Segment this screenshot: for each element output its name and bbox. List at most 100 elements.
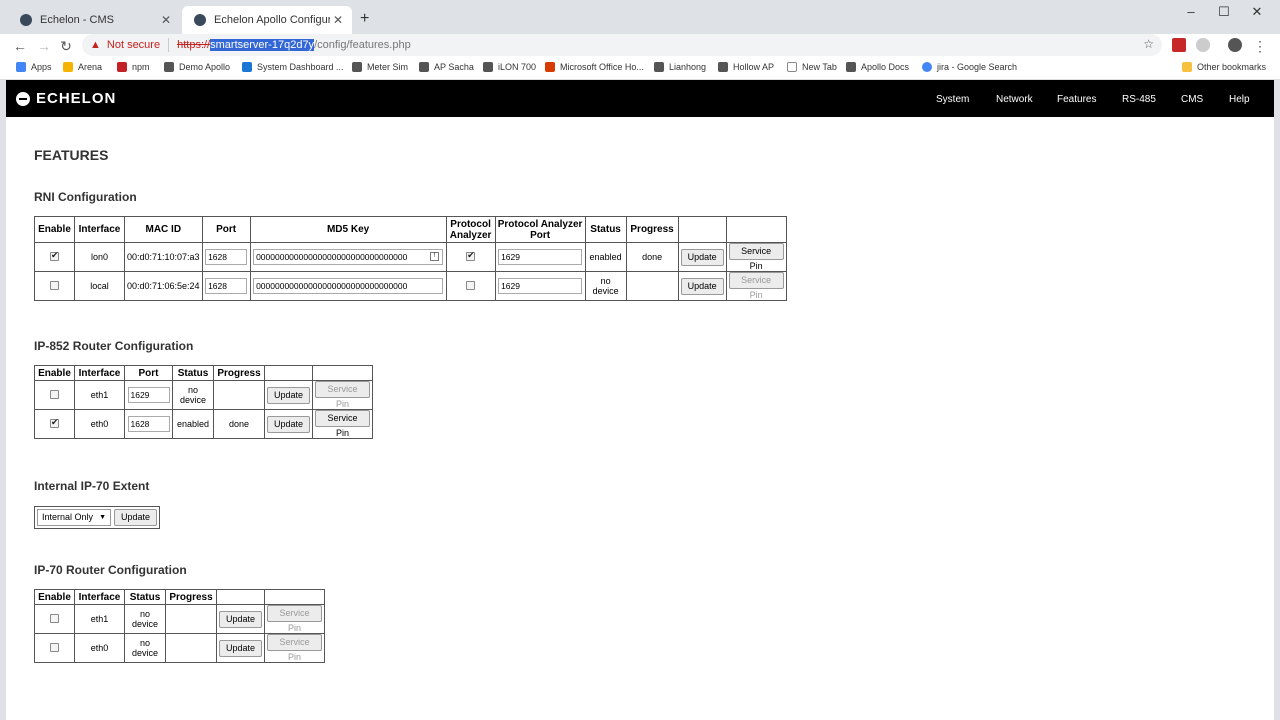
- table-row: eth0 1628 enabled done Update Service Pi…: [34, 409, 374, 439]
- service-pin-button[interactable]: Service Pin: [728, 272, 784, 300]
- col-header: [725, 216, 787, 243]
- update-cell: Update: [263, 409, 314, 439]
- profile-avatar-icon[interactable]: [1228, 38, 1242, 52]
- bookmark-item[interactable]: iLON 700: [483, 62, 536, 72]
- new-tab-plus-icon[interactable]: +: [360, 10, 369, 28]
- service-pin-button[interactable]: Service Pin: [728, 243, 784, 271]
- update-button[interactable]: Update: [219, 610, 263, 628]
- enable-cell: [34, 242, 75, 272]
- minimize-icon[interactable]: –: [1176, 4, 1206, 19]
- enable-checkbox[interactable]: [50, 280, 59, 290]
- port-input[interactable]: 1629: [127, 387, 170, 403]
- col-header: Progress: [213, 365, 265, 381]
- service-pin-button[interactable]: Service Pin: [315, 381, 371, 409]
- nav-network[interactable]: Network: [996, 94, 1033, 105]
- analyzer-port-input[interactable]: 1629: [498, 278, 583, 294]
- enable-cell: [34, 380, 75, 410]
- maximize-icon[interactable]: ☐: [1209, 4, 1239, 20]
- extent-select[interactable]: Internal Only ▼: [37, 509, 111, 526]
- col-header: Status: [172, 365, 214, 381]
- close-icon[interactable]: ✕: [158, 13, 174, 27]
- enable-checkbox[interactable]: [50, 613, 59, 623]
- ip852-table: Enable Interface Port Status Progress et…: [34, 365, 374, 439]
- back-arrow-icon[interactable]: ←: [10, 36, 30, 56]
- update-button[interactable]: Update: [267, 386, 311, 404]
- tab-echelon-cms[interactable]: Echelon - CMS ✕: [8, 6, 180, 34]
- bookmark-label: iLON 700: [498, 62, 537, 72]
- bookmark-favicon-icon: [545, 62, 555, 72]
- page-icon: [787, 62, 797, 72]
- forward-arrow-icon[interactable]: →: [34, 36, 54, 56]
- bookmarks-bar: Apps Arena npm Demo Apollo System Dashbo…: [0, 58, 1280, 80]
- password-reveal-icon[interactable]: !: [430, 252, 440, 261]
- analyzer-port-cell: 1629: [494, 242, 586, 272]
- close-icon[interactable]: ✕: [330, 13, 346, 27]
- other-bookmarks[interactable]: Other bookmarks: [1182, 62, 1266, 72]
- enable-checkbox[interactable]: [50, 642, 59, 652]
- enable-checkbox[interactable]: [50, 389, 59, 399]
- reload-icon[interactable]: ↻: [56, 36, 76, 56]
- echelon-logo[interactable]: ECHELON: [16, 90, 116, 107]
- bookmark-item[interactable]: Arena: [63, 62, 102, 72]
- bookmark-item[interactable]: New Tab: [787, 62, 837, 72]
- bookmark-item[interactable]: Meter Sim: [352, 62, 408, 72]
- protocol-analyzer-checkbox[interactable]: [466, 280, 476, 290]
- port-input[interactable]: 1628: [205, 278, 248, 294]
- progress-cell: [213, 380, 265, 410]
- enable-cell: [34, 633, 75, 663]
- address-bar[interactable]: ▲ Not secure https://smartserver-17q2d7y…: [82, 34, 1162, 56]
- enable-checkbox[interactable]: [50, 250, 59, 261]
- nav-help[interactable]: Help: [1229, 94, 1250, 105]
- enable-cell: [34, 271, 75, 301]
- nav-cms[interactable]: CMS: [1181, 94, 1203, 105]
- bookmark-item[interactable]: jira - Google Search: [922, 62, 1017, 72]
- extent-controls: Internal Only ▼ Update: [34, 506, 161, 529]
- extension-icon[interactable]: [1172, 38, 1186, 52]
- bookmark-item[interactable]: System Dashboard ...: [242, 62, 344, 72]
- update-button[interactable]: Update: [219, 639, 263, 657]
- nav-rs485[interactable]: RS-485: [1122, 94, 1156, 105]
- nav-features[interactable]: Features: [1057, 94, 1096, 105]
- bookmark-item[interactable]: Lianhong: [654, 62, 706, 72]
- tab-apollo-configuration[interactable]: Echelon Apollo Configuration ✕: [182, 6, 352, 34]
- bookmark-item[interactable]: npm: [117, 62, 150, 72]
- bookmark-star-icon[interactable]: ☆: [1143, 37, 1154, 51]
- enable-cell: [34, 409, 75, 439]
- extension-icon[interactable]: [1196, 38, 1210, 52]
- browser-toolbar: ← → ↻ ▲ Not secure https://smartserver-1…: [0, 34, 1280, 58]
- window-close-icon[interactable]: ✕: [1242, 4, 1272, 20]
- port-input[interactable]: 1628: [205, 249, 248, 265]
- md5-key-input[interactable]: 00000000000000000000000000000000!: [253, 249, 444, 265]
- col-header: [312, 365, 374, 381]
- bookmark-item[interactable]: Microsoft Office Ho...: [545, 62, 644, 72]
- browser-window: Echelon - CMS ✕ Echelon Apollo Configura…: [0, 0, 1280, 720]
- nav-system[interactable]: System: [936, 94, 969, 105]
- extent-update-button[interactable]: Update: [114, 509, 158, 526]
- port-input[interactable]: 1628: [127, 416, 170, 432]
- folder-icon: [1182, 62, 1192, 72]
- protocol-analyzer-checkbox[interactable]: [466, 250, 476, 261]
- enable-checkbox[interactable]: [50, 417, 59, 428]
- page-viewport: ECHELON System Network Features RS-485 C…: [6, 80, 1274, 720]
- bookmark-item[interactable]: AP Sacha: [419, 62, 474, 72]
- bookmark-item[interactable]: Demo Apollo: [164, 62, 230, 72]
- md5-key-input[interactable]: 00000000000000000000000000000000: [253, 278, 444, 294]
- status-cell: no device: [124, 604, 166, 634]
- update-button[interactable]: Update: [267, 415, 311, 433]
- update-button[interactable]: Update: [680, 248, 724, 266]
- bookmark-item[interactable]: Apollo Docs: [846, 62, 909, 72]
- interface-cell: eth0: [74, 633, 125, 663]
- menu-kebab-icon[interactable]: ⋮: [1250, 36, 1270, 56]
- bookmark-apps[interactable]: Apps: [16, 62, 52, 72]
- analyzer-port-input[interactable]: 1629: [498, 249, 583, 265]
- service-pin-cell: Service Pin: [264, 633, 326, 663]
- service-pin-button[interactable]: Service Pin: [315, 410, 371, 438]
- service-pin-button[interactable]: Service Pin: [267, 605, 323, 633]
- extent-selected-value: Internal Only: [42, 512, 94, 522]
- service-pin-button[interactable]: Service Pin: [267, 634, 323, 662]
- bookmark-favicon-icon: [242, 62, 252, 72]
- bookmark-label: Apollo Docs: [861, 62, 910, 72]
- progress-cell: done: [213, 409, 265, 439]
- bookmark-item[interactable]: Hollow AP: [718, 62, 774, 72]
- update-button[interactable]: Update: [680, 277, 724, 295]
